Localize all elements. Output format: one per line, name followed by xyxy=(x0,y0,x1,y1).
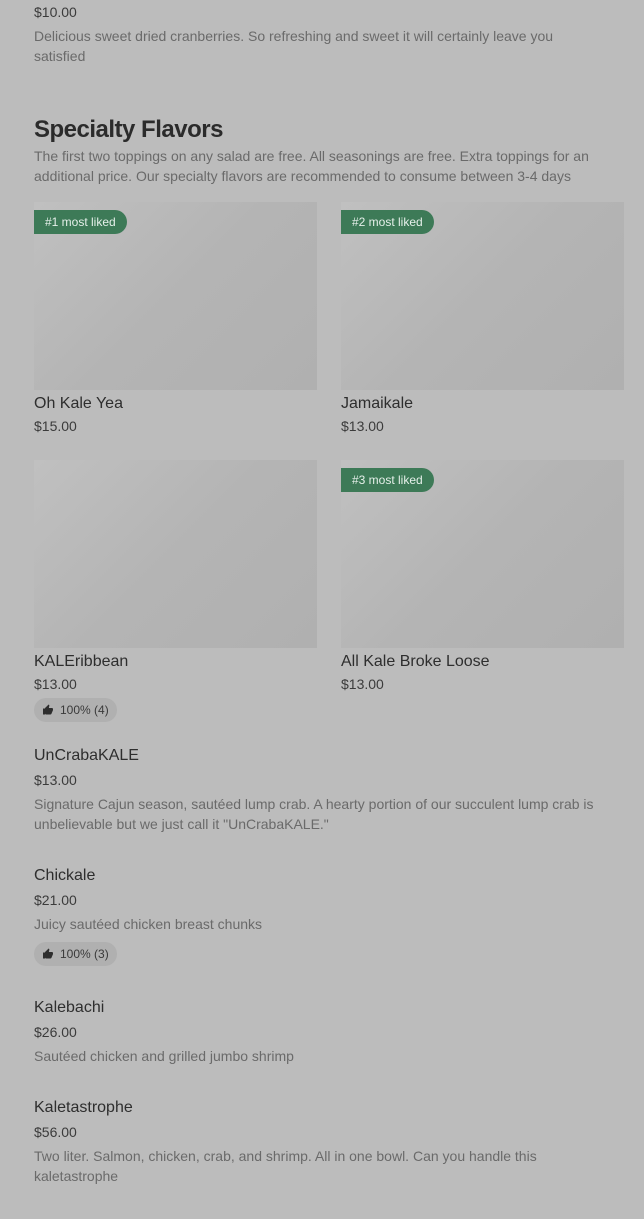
item-price: $21.00 xyxy=(34,892,77,908)
rating-text: 100% (3) xyxy=(60,947,109,961)
card-price: $13.00 xyxy=(341,676,384,692)
item-description: Sautéed chicken and grilled jumbo shrimp xyxy=(34,1048,294,1064)
section-title: Specialty Flavors xyxy=(34,116,223,143)
most-liked-badge: #3 most liked xyxy=(341,468,434,492)
item-price: $56.00 xyxy=(34,1124,77,1140)
card-price: $15.00 xyxy=(34,418,77,434)
most-liked-badge: #2 most liked xyxy=(341,210,434,234)
item-description: Two liter. Salmon, chicken, crab, and sh… xyxy=(34,1148,537,1184)
card-price: $13.00 xyxy=(34,676,77,692)
item-name: Kaletastrophe xyxy=(34,1099,133,1116)
rating-text: 100% (4) xyxy=(60,703,109,717)
card-name: Jamaikale xyxy=(341,395,414,412)
section-description: The first two toppings on any salad are … xyxy=(34,148,589,184)
card-name: Oh Kale Yea xyxy=(34,395,123,412)
rating-badge: 100% (3) xyxy=(34,942,117,966)
item-description: Signature Cajun season, sautéed lump cra… xyxy=(34,796,594,832)
thumbs-up-icon xyxy=(43,948,53,959)
card-price: $13.00 xyxy=(341,418,384,434)
card-image[interactable] xyxy=(34,460,317,648)
card-name: All Kale Broke Loose xyxy=(341,653,490,670)
top-item-price: $10.00 xyxy=(34,4,77,20)
item-description: Juicy sautéed chicken breast chunks xyxy=(34,916,263,932)
item-price: $13.00 xyxy=(34,772,77,788)
rating-badge: 100% (4) xyxy=(34,698,117,722)
top-item-description: Delicious sweet dried cranberries. So re… xyxy=(34,28,554,64)
most-liked-badge: #1 most liked xyxy=(34,210,127,234)
item-name: Kalebachi xyxy=(34,999,105,1016)
item-name: UnCrabaKALE xyxy=(34,747,139,764)
item-name: Chickale xyxy=(34,867,96,884)
card-name: KALEribbean xyxy=(34,653,129,670)
item-price: $26.00 xyxy=(34,1024,77,1040)
thumbs-up-icon xyxy=(43,704,53,715)
